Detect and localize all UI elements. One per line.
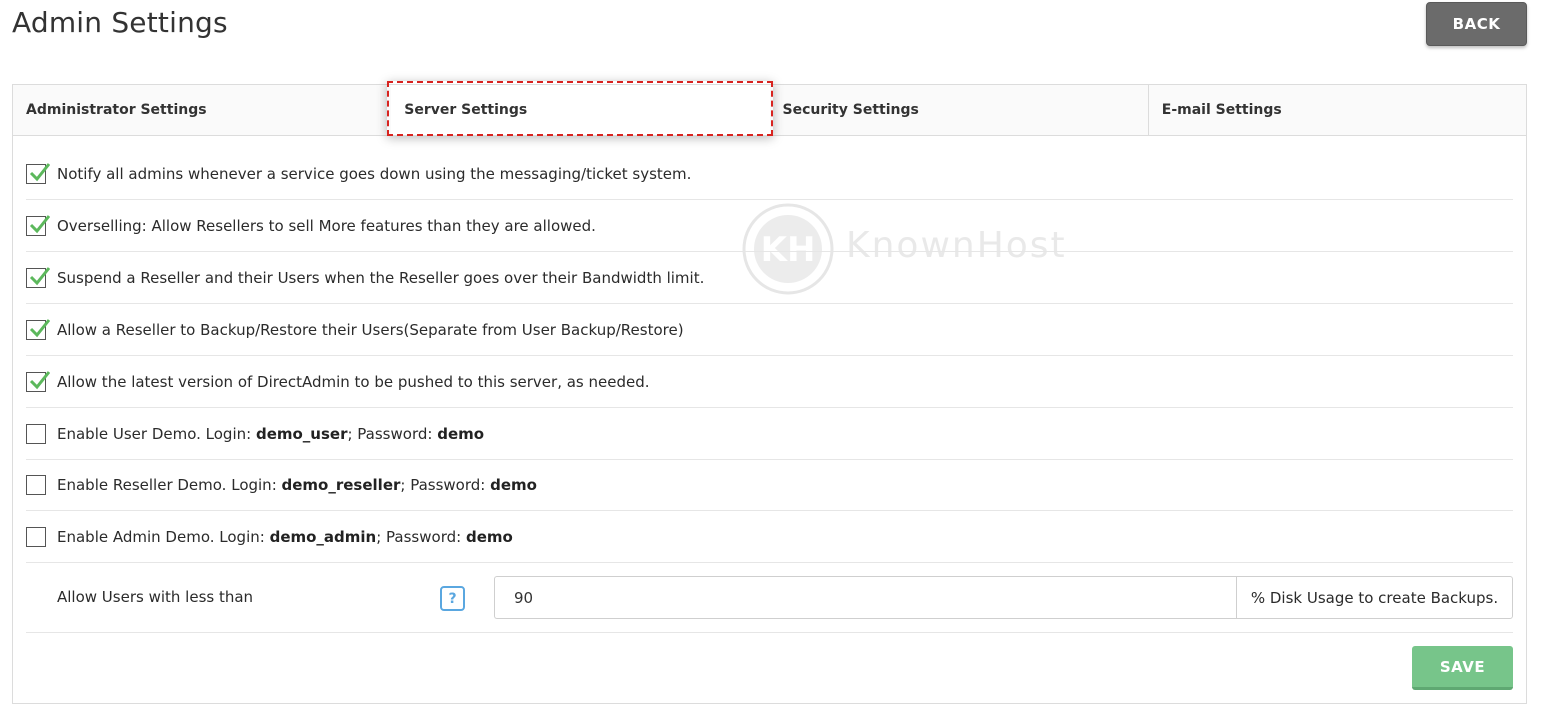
checkmark-icon: [29, 318, 50, 337]
option-label: Overselling: Allow Resellers to sell Mor…: [57, 216, 596, 235]
option-row: Notify all admins whenever a service goe…: [26, 148, 1513, 200]
option-label: Enable User Demo. Login: demo_user; Pass…: [57, 425, 484, 443]
user-demo-checkbox[interactable]: [26, 423, 46, 444]
overselling-checkbox[interactable]: [26, 214, 50, 236]
notify-admins-checkbox[interactable]: [26, 162, 50, 184]
save-button[interactable]: SAVE: [1412, 646, 1513, 690]
demo-login: demo_admin: [269, 527, 377, 546]
reseller-backup-checkbox[interactable]: [26, 318, 50, 340]
tab-email-settings[interactable]: E-mail Settings: [1147, 85, 1526, 135]
demo-prefix: Enable User Demo. Login:: [57, 424, 256, 443]
checkmark-icon: [29, 370, 50, 389]
option-row: Allow the latest version of DirectAdmin …: [26, 356, 1513, 408]
page-title: Admin Settings: [12, 6, 228, 39]
option-row: Suspend a Reseller and their Users when …: [26, 252, 1513, 304]
checkmark-icon: [29, 162, 50, 181]
option-label: Enable Reseller Demo. Login: demo_resell…: [57, 476, 537, 494]
checkmark-icon: [29, 214, 50, 233]
disk-usage-input[interactable]: [494, 576, 1237, 619]
demo-password: demo: [490, 475, 537, 494]
disk-usage-label: Allow Users with less than: [57, 588, 254, 606]
checkmark-icon: [29, 266, 50, 285]
demo-password: demo: [465, 527, 513, 546]
option-row: Allow a Reseller to Backup/Restore their…: [26, 304, 1513, 356]
tab-administrator-settings[interactable]: Administrator Settings: [13, 85, 391, 135]
option-row: Enable User Demo. Login: demo_user; Pass…: [26, 408, 1513, 460]
back-button[interactable]: BACK: [1426, 2, 1527, 46]
demo-login: demo_reseller: [281, 475, 401, 494]
option-label: Enable Admin Demo. Login: demo_admin; Pa…: [57, 528, 513, 546]
tab-security-settings[interactable]: Security Settings: [770, 85, 1148, 135]
push-directadmin-checkbox[interactable]: [26, 370, 50, 392]
disk-usage-row: Allow Users with less than ? % Disk Usag…: [26, 563, 1513, 633]
reseller-demo-checkbox[interactable]: [26, 474, 46, 495]
help-icon[interactable]: ?: [440, 586, 465, 611]
disk-usage-suffix: % Disk Usage to create Backups.: [1236, 576, 1513, 619]
tab-server-settings[interactable]: Server Settings: [391, 85, 770, 135]
option-label: Allow the latest version of DirectAdmin …: [57, 372, 650, 391]
demo-prefix: Enable Admin Demo. Login:: [57, 527, 270, 546]
option-row: Overselling: Allow Resellers to sell Mor…: [26, 200, 1513, 252]
demo-password: demo: [437, 424, 485, 443]
option-label: Notify all admins whenever a service goe…: [57, 164, 692, 183]
option-row: Enable Reseller Demo. Login: demo_resell…: [26, 459, 1513, 511]
option-row: Enable Admin Demo. Login: demo_admin; Pa…: [26, 511, 1513, 563]
demo-mid: ; Password:: [347, 424, 438, 443]
settings-tabs: Administrator Settings Server Settings S…: [13, 85, 1526, 136]
demo-login: demo_user: [255, 424, 348, 443]
suspend-reseller-checkbox[interactable]: [26, 266, 50, 288]
demo-mid: ; Password:: [376, 527, 466, 546]
demo-prefix: Enable Reseller Demo. Login:: [57, 475, 282, 494]
admin-demo-checkbox[interactable]: [26, 526, 46, 547]
demo-mid: ; Password:: [400, 475, 491, 494]
option-label: Allow a Reseller to Backup/Restore their…: [57, 320, 684, 339]
option-label: Suspend a Reseller and their Users when …: [57, 268, 705, 287]
